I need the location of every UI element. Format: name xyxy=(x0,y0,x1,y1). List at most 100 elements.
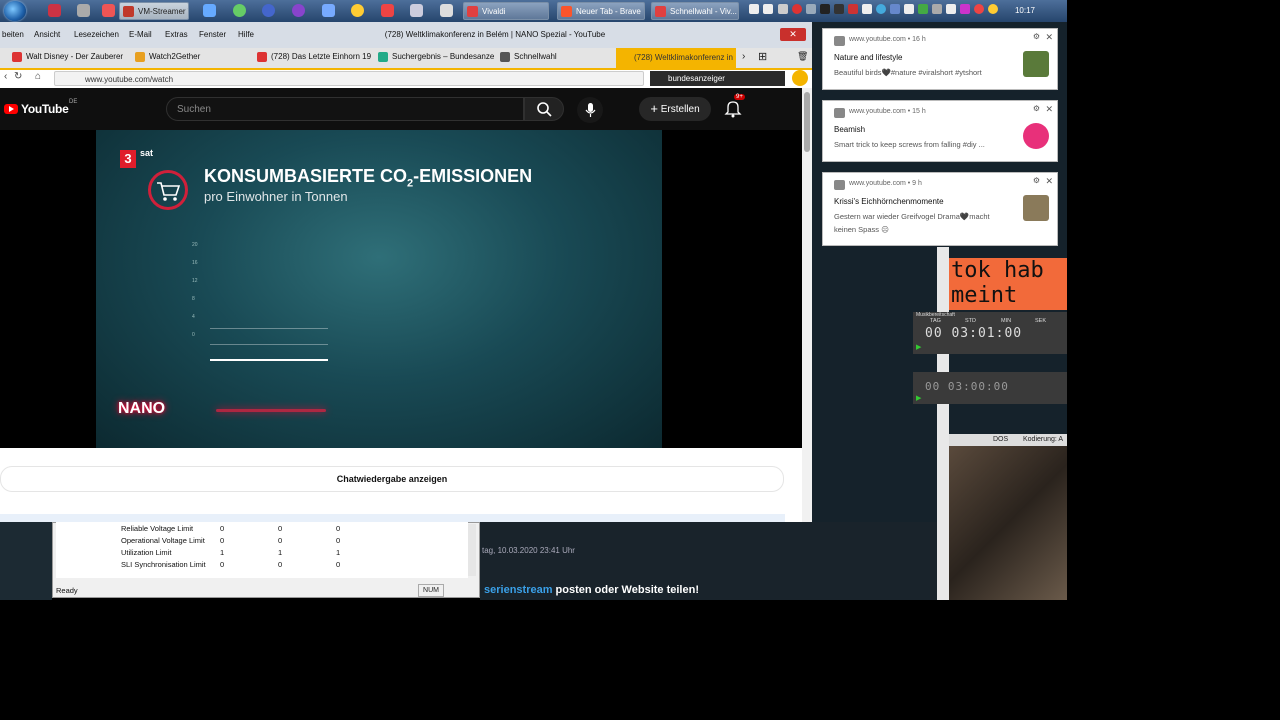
notification-card[interactable]: www.youtube.com • 15 h ⚙ ✕ Beamish Smart… xyxy=(822,100,1058,162)
close-icon[interactable]: ✕ xyxy=(1045,32,1053,43)
menu-item[interactable]: beiten xyxy=(2,30,24,39)
notifications-button[interactable]: 9+ xyxy=(724,94,745,118)
quicklaunch-icon[interactable] xyxy=(292,4,305,17)
trash-icon[interactable]: 🗑 xyxy=(797,51,808,62)
menu-item[interactable]: Hilfe xyxy=(238,30,254,39)
task-button-brave[interactable]: Neuer Tab - Brave xyxy=(557,2,645,20)
nano-logo: NANO xyxy=(118,400,166,417)
menu-item[interactable]: Ansicht xyxy=(34,30,60,39)
youtube-logo[interactable]: YouTube xyxy=(4,102,69,116)
quicklaunch-icon[interactable] xyxy=(262,4,275,17)
close-icon[interactable]: ✕ xyxy=(1045,176,1053,187)
close-button[interactable]: ✕ xyxy=(780,28,806,41)
play-icon[interactable]: ▶ xyxy=(916,343,921,351)
tray-icon[interactable] xyxy=(763,4,773,14)
close-icon[interactable]: ✕ xyxy=(1045,104,1053,115)
menu-item[interactable]: Lesezeichen xyxy=(74,30,119,39)
scrollbar[interactable] xyxy=(802,88,812,522)
mute-icon[interactable] xyxy=(778,4,788,14)
row-label: Utilization Limit xyxy=(121,548,172,557)
task-button-vm-streamer[interactable]: VM-Streamer Vie... xyxy=(119,2,189,20)
quicklaunch-icon[interactable] xyxy=(48,4,61,17)
gear-icon[interactable]: ⚙ xyxy=(1033,104,1040,113)
quicklaunch-icon[interactable] xyxy=(381,4,394,17)
back-icon[interactable]: ‹ xyxy=(4,71,7,82)
menu-item[interactable]: Fenster xyxy=(199,30,226,39)
clock[interactable]: 10:17 xyxy=(1005,0,1045,22)
reload-icon[interactable]: ↻ xyxy=(14,71,22,82)
search-engine-input[interactable]: bundesanzeiger xyxy=(650,71,785,86)
cell: 0 xyxy=(220,560,225,569)
menu-item[interactable]: Extras xyxy=(165,30,188,39)
tray-icon[interactable] xyxy=(848,4,858,14)
create-button[interactable]: + Erstellen xyxy=(639,97,711,121)
timer-label: MIN xyxy=(1001,318,1012,324)
tray-icon[interactable] xyxy=(890,4,900,14)
tray-icon[interactable] xyxy=(749,4,759,14)
tray-icon[interactable] xyxy=(946,4,956,14)
browser-window: beiten Ansicht Lesezeichen E-Mail Extras… xyxy=(0,22,812,522)
tray-icon[interactable] xyxy=(876,4,886,14)
notification-badge: 9+ xyxy=(734,94,745,100)
bookmark-item[interactable]: Schnellwahl xyxy=(500,52,557,62)
task-button-schnellwahl[interactable]: Schnellwahl - Viv... xyxy=(651,2,739,20)
home-icon[interactable]: ⌂ xyxy=(35,71,41,82)
new-tab-icon[interactable]: ⊞ xyxy=(758,50,767,63)
tray-icon[interactable] xyxy=(806,4,816,14)
bookmark-item[interactable]: (728) Das Letzte Einhorn 19 xyxy=(257,52,372,62)
taskbar: VM-Streamer Vie... Vivaldi Neuer Tab - B… xyxy=(0,0,1067,22)
bookmark-label: Schnellwahl xyxy=(514,52,557,61)
row-label: SLI Synchronisation Limit xyxy=(121,560,206,569)
quicklaunch-icon[interactable] xyxy=(351,4,364,17)
start-button[interactable] xyxy=(4,1,26,21)
url-input[interactable]: www.youtube.com/watch xyxy=(54,71,644,86)
tray-icon[interactable] xyxy=(862,4,872,14)
search-button[interactable] xyxy=(524,97,564,121)
bookmark-item[interactable]: Suchergebnis – Bundesanze xyxy=(378,52,494,62)
plus-icon: + xyxy=(650,101,658,116)
menu-item[interactable]: E-Mail xyxy=(129,30,152,39)
task-button-vivaldi[interactable]: Vivaldi xyxy=(463,2,549,20)
tray-icon[interactable] xyxy=(960,4,970,14)
bookmark-label: (728) Das Letzte Einhorn 19 xyxy=(271,52,372,61)
play-icon[interactable]: ▶ xyxy=(916,394,921,402)
voice-search-button[interactable] xyxy=(577,97,603,123)
tray-icon[interactable] xyxy=(988,4,998,14)
quicklaunch-icon[interactable] xyxy=(203,4,216,17)
bookmark-icon xyxy=(12,52,22,62)
steam-icon[interactable] xyxy=(820,4,830,14)
bell-icon xyxy=(724,101,742,118)
gear-icon[interactable]: ⚙ xyxy=(1033,32,1040,41)
video-player[interactable]: 3 sat KONSUMBASIERTE CO2-EMISSIONEN pro … xyxy=(0,130,802,448)
quicklaunch-icon[interactable] xyxy=(410,4,423,17)
bookmark-item[interactable]: Walt Disney - Der Zauberer xyxy=(12,52,123,62)
tray-icon[interactable] xyxy=(974,4,984,14)
scrollbar-thumb[interactable] xyxy=(804,92,810,152)
tray-icon[interactable] xyxy=(904,4,914,14)
video-headline: KONSUMBASIERTE CO2-EMISSIONEN xyxy=(204,166,532,190)
gear-icon[interactable]: ⚙ xyxy=(1033,176,1040,185)
active-tab[interactable]: (728) Weltklimakonferenz in xyxy=(616,48,736,68)
quicklaunch-icon[interactable] xyxy=(102,4,115,17)
quicklaunch-icon[interactable] xyxy=(440,4,453,17)
notification-card[interactable]: www.youtube.com • 16 h ⚙ ✕ Nature and li… xyxy=(822,28,1058,90)
tray-icon[interactable] xyxy=(918,4,928,14)
search-input[interactable]: Suchen xyxy=(166,97,524,121)
tab-scroll-right-icon[interactable]: › xyxy=(742,51,745,62)
profile-avatar[interactable] xyxy=(792,70,808,86)
bookmark-item[interactable]: Watch2Gether xyxy=(135,52,200,62)
tray-icon[interactable] xyxy=(792,4,802,14)
table-scrollbar[interactable] xyxy=(468,524,476,576)
tray-icon[interactable] xyxy=(834,4,844,14)
quicklaunch-icon[interactable] xyxy=(233,4,246,17)
quicklaunch-icon[interactable] xyxy=(77,4,90,17)
countdown-timer: 00 03:00:00 ▶ xyxy=(913,372,1067,404)
headline-text: -EMISSIONEN xyxy=(413,166,533,186)
collapsed-section xyxy=(0,514,785,522)
quicklaunch-icon[interactable] xyxy=(322,4,335,17)
notification-card[interactable]: www.youtube.com • 9 h ⚙ ✕ Krissi's Eichh… xyxy=(822,172,1058,246)
axis-tick: 12 xyxy=(192,278,198,284)
chat-replay-button[interactable]: Chatwiedergabe anzeigen xyxy=(0,466,784,492)
forum-link[interactable]: serienstream xyxy=(484,584,553,596)
tray-icon[interactable] xyxy=(932,4,942,14)
